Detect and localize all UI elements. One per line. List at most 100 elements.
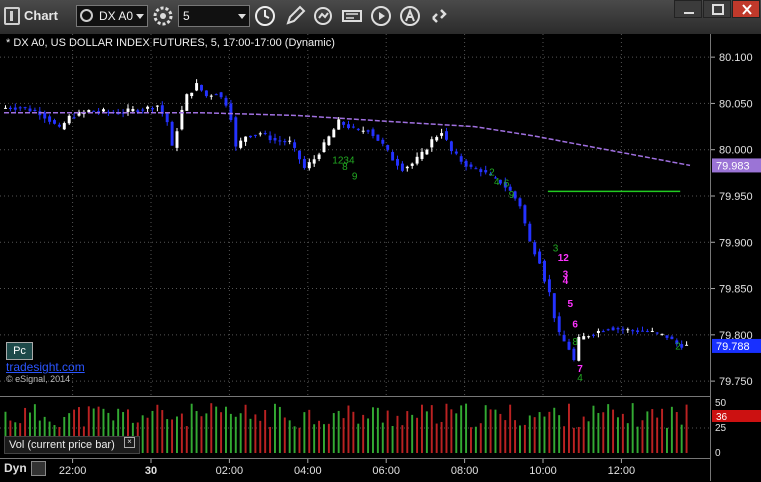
candle-body [234, 117, 238, 147]
volume-bar [626, 423, 629, 453]
candle-body [131, 108, 135, 112]
interval-value: 5 [183, 9, 190, 23]
link-chain-icon[interactable] [427, 4, 451, 28]
volume-current-label: 36 [716, 412, 728, 423]
volume-bar [494, 409, 497, 453]
volume-bar [141, 415, 144, 453]
candle-body [650, 330, 654, 332]
volume-bar [151, 410, 154, 453]
price-tick-label: 79.850 [719, 284, 753, 296]
candle-body [376, 134, 380, 141]
volume-bar [210, 403, 213, 453]
volume-bar [499, 413, 502, 453]
candle-body [351, 126, 355, 128]
price-chart[interactable]: 123489 24 6931234568742 [0, 34, 710, 395]
interval-select[interactable]: 5 [178, 5, 250, 27]
volume-bar [234, 416, 237, 453]
candle-body [440, 133, 444, 136]
copyright-text: © eSignal, 2014 [6, 374, 71, 384]
dynamic-toggle-button[interactable] [31, 461, 46, 476]
candle-body [4, 107, 7, 109]
settings-gear-icon[interactable] [151, 4, 175, 28]
volume-bar [278, 406, 281, 453]
candle-body [288, 140, 292, 142]
volume-bar [538, 412, 541, 453]
refresh-icon[interactable] [311, 4, 335, 28]
candle-body [587, 336, 591, 338]
quote-box-icon[interactable] [340, 4, 364, 28]
candle-body [312, 159, 316, 164]
chevron-down-icon[interactable] [238, 14, 246, 19]
time-tick-label: 10:00 [529, 465, 557, 477]
volume-bar [548, 411, 551, 453]
price-tick-label: 79.900 [719, 237, 753, 249]
candle-body [474, 168, 478, 170]
pc-badge-button[interactable]: Pc [6, 342, 33, 360]
volume-bar [406, 411, 409, 453]
candle-body [641, 330, 644, 332]
candle-body [8, 107, 12, 110]
candle-body [126, 108, 130, 112]
price-tick-label: 79.750 [719, 376, 753, 388]
volume-bar [670, 406, 673, 453]
volume-study-label[interactable]: Vol (current price bar) [4, 436, 140, 454]
candle-body [293, 142, 297, 148]
candle-body [72, 117, 76, 119]
price-tick-label: 80.000 [719, 145, 753, 157]
volume-bar [558, 415, 561, 453]
candle-body [425, 149, 429, 155]
volume-bar [376, 407, 379, 453]
candle-body [660, 333, 664, 335]
candle-body [185, 94, 189, 111]
candle-body [572, 348, 576, 361]
volume-bar [352, 411, 355, 453]
volume-bar [519, 425, 521, 453]
volume-bar [200, 416, 203, 453]
draw-pencil-icon[interactable] [283, 4, 307, 28]
maximize-button[interactable] [703, 0, 731, 18]
volume-close-button[interactable]: × [124, 437, 135, 448]
candle-body [626, 329, 630, 331]
chart-app-icon [4, 7, 20, 25]
candle-body [469, 164, 473, 167]
candle-body [459, 156, 463, 162]
candle-body [582, 336, 586, 340]
volume-bar [523, 424, 526, 453]
time-axis[interactable]: 22:00 30 02:00 04:00 06:00 08:00 10:00 12:00 [0, 458, 710, 482]
candle-body [28, 108, 32, 112]
volume-bar [313, 424, 316, 453]
alert-icon[interactable] [398, 4, 422, 28]
chevron-down-icon[interactable] [136, 14, 144, 19]
play-icon[interactable] [369, 4, 393, 28]
price-tick-label: 80.100 [719, 52, 753, 64]
candle-body [631, 330, 635, 332]
candle-body [23, 107, 27, 109]
candle-body [317, 154, 321, 159]
brand-link[interactable]: tradesight.com [6, 360, 85, 374]
td-count-label: 9 [352, 171, 358, 182]
volume-bar [337, 410, 340, 453]
candle-body [430, 139, 434, 148]
candle-body [533, 242, 537, 255]
candle-body [410, 163, 414, 166]
price-axis[interactable]: 80.10080.05080.00079.95079.90079.85079.8… [710, 34, 761, 481]
close-button[interactable] [732, 0, 760, 18]
volume-bar [592, 405, 595, 453]
volume-bar [396, 415, 399, 453]
candle-body [371, 129, 375, 136]
volume-bar [259, 420, 262, 453]
volume-bar [220, 412, 223, 453]
volume-bar [479, 423, 482, 453]
volume-bar [533, 417, 536, 453]
volume-bar [229, 413, 232, 453]
candle-body [342, 121, 346, 125]
volume-bar [504, 420, 507, 453]
candle-body [557, 316, 561, 333]
minimize-button[interactable] [674, 0, 702, 18]
symbol-input[interactable]: DX A0 [76, 5, 148, 27]
candle-body [415, 156, 419, 164]
clock-icon[interactable] [253, 4, 277, 28]
td-count-label: 6 [572, 319, 578, 330]
minimize-icon [684, 12, 694, 14]
candle-body [253, 134, 257, 136]
